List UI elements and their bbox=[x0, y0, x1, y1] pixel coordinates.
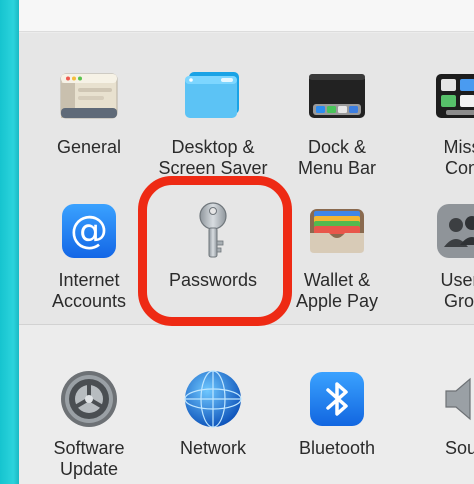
pane-desktop-screen-saver[interactable]: Desktop & Screen Saver bbox=[148, 68, 278, 179]
pane-label: Dock & Menu Bar bbox=[297, 137, 377, 178]
pane-users-groups[interactable]: Users Grou bbox=[399, 201, 474, 312]
key-icon bbox=[183, 201, 243, 261]
pane-network[interactable]: Network bbox=[148, 369, 278, 459]
pane-label: Desktop & Screen Saver bbox=[158, 137, 268, 178]
pane-dock-menu-bar[interactable]: Dock & Menu Bar bbox=[272, 68, 402, 179]
pane-sound[interactable]: Sour bbox=[399, 369, 474, 459]
mission-control-icon bbox=[434, 68, 474, 128]
pane-label: Wallet & Apple Pay bbox=[295, 270, 379, 311]
dock-menu-bar-icon bbox=[307, 68, 367, 128]
pane-label: Bluetooth bbox=[298, 438, 376, 458]
pane-label: Sour bbox=[444, 438, 474, 458]
desktop-background bbox=[0, 0, 19, 484]
pane-label: Missi Cont bbox=[443, 137, 474, 178]
speaker-icon bbox=[434, 369, 474, 429]
system-preferences-window: General Desktop & Screen Saver Dock & Me… bbox=[19, 0, 474, 484]
internet-accounts-icon: @ bbox=[59, 201, 119, 261]
users-groups-icon bbox=[434, 201, 474, 261]
pane-software-update[interactable]: Software Update bbox=[24, 369, 154, 480]
pane-wallet-apple-pay[interactable]: Wallet & Apple Pay bbox=[272, 201, 402, 312]
general-icon bbox=[59, 68, 119, 128]
toolbar-area bbox=[19, 0, 474, 32]
desktop-screen-saver-icon bbox=[183, 68, 243, 128]
pane-label: Internet Accounts bbox=[51, 270, 127, 311]
pane-label: Software Update bbox=[53, 438, 125, 479]
pane-label: General bbox=[56, 137, 122, 157]
pane-general[interactable]: General bbox=[24, 68, 154, 158]
pane-internet-accounts[interactable]: @ Internet Accounts bbox=[24, 201, 154, 312]
bluetooth-icon bbox=[307, 369, 367, 429]
pane-bluetooth[interactable]: Bluetooth bbox=[272, 369, 402, 459]
pane-label: Passwords bbox=[168, 270, 258, 290]
pane-mission-control[interactable]: Missi Cont bbox=[399, 68, 474, 179]
software-update-gear-icon bbox=[59, 369, 119, 429]
wallet-icon bbox=[307, 201, 367, 261]
at-symbol: @ bbox=[70, 208, 108, 252]
pane-label: Users Grou bbox=[440, 270, 474, 311]
network-globe-icon bbox=[183, 369, 243, 429]
pane-passwords[interactable]: Passwords bbox=[148, 201, 278, 291]
pane-label: Network bbox=[179, 438, 246, 458]
